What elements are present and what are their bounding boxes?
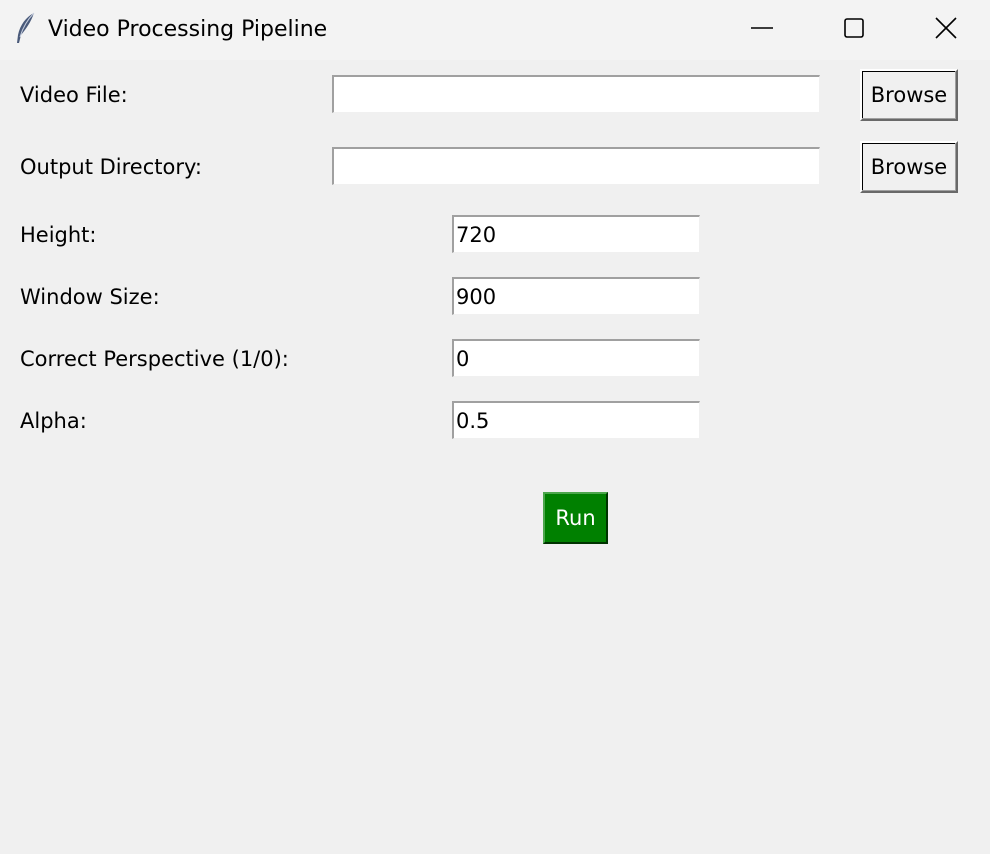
output-directory-browse-button[interactable]: Browse (860, 141, 958, 193)
minimize-button[interactable] (716, 0, 808, 56)
maximize-icon (843, 17, 865, 39)
title-bar: Video Processing Pipeline (0, 0, 990, 60)
feather-icon (14, 11, 38, 45)
alpha-input[interactable] (452, 401, 700, 439)
video-file-label: Video File: (20, 83, 128, 107)
output-directory-input[interactable] (332, 147, 820, 185)
window-size-input[interactable] (452, 277, 700, 315)
alpha-label: Alpha: (20, 409, 87, 433)
correct-perspective-label: Correct Perspective (1/0): (20, 347, 289, 371)
run-button[interactable]: Run (543, 492, 608, 544)
minimize-icon (751, 17, 773, 39)
maximize-button[interactable] (808, 0, 900, 56)
close-button[interactable] (900, 0, 990, 56)
window-title: Video Processing Pipeline (48, 17, 328, 42)
window-size-label: Window Size: (20, 285, 160, 309)
output-directory-label: Output Directory: (20, 155, 202, 179)
height-label: Height: (20, 223, 97, 247)
video-file-input[interactable] (332, 75, 820, 113)
height-input[interactable] (452, 215, 700, 253)
close-icon (935, 17, 957, 39)
video-file-browse-button[interactable]: Browse (860, 69, 958, 121)
correct-perspective-input[interactable] (452, 339, 700, 377)
